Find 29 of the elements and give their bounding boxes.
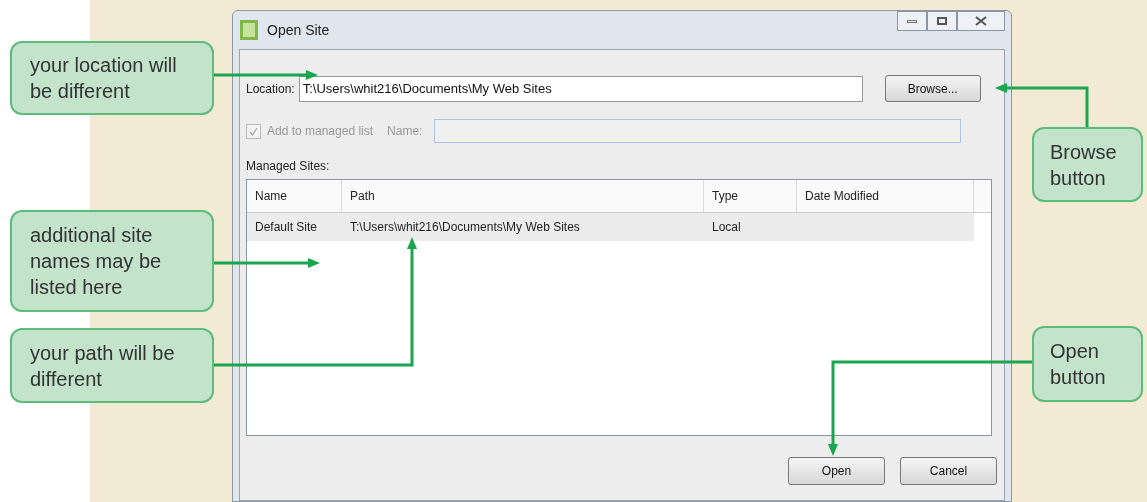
maximize-button[interactable] — [927, 11, 957, 31]
table-row[interactable]: Default Site T:\Users\whit216\Documents\My Web Sites Local — [247, 213, 974, 241]
column-header[interactable]: Path — [342, 180, 704, 212]
close-button[interactable] — [957, 11, 1005, 31]
table-cell-text: Local — [711, 219, 742, 236]
table-cell-text: T:\Users\whit216\Documents\My Web Sites — [349, 219, 581, 236]
window-title: Open Site — [267, 20, 330, 40]
name-label: Name: — [387, 123, 423, 140]
check-icon — [249, 126, 258, 136]
callout-box: Open button — [1032, 326, 1143, 402]
checkbox-label: Add to managed list — [267, 123, 374, 140]
dialog-button[interactable]: Open — [788, 457, 885, 485]
location-field[interactable]: T:\Users\whit216\Documents\My Web Sites — [298, 75, 863, 102]
browse-button[interactable]: Browse... — [884, 75, 981, 102]
table-cell-text: Default Site — [254, 219, 319, 236]
callout-box: your path will be different — [10, 328, 214, 403]
dialog-button[interactable]: Cancel — [900, 457, 997, 485]
minimize-button[interactable] — [897, 11, 927, 31]
location-label: Location: — [246, 80, 295, 98]
column-header[interactable]: Type — [704, 180, 797, 212]
callout-box: additional site names may be listed here — [10, 210, 214, 312]
column-header[interactable]: Name — [247, 180, 342, 212]
callout-box: Browse button — [1032, 127, 1143, 202]
close-icon — [975, 16, 987, 26]
column-header[interactable]: Date Modified — [797, 180, 974, 212]
app-icon — [239, 19, 259, 41]
callout-box: your location will be different — [10, 41, 214, 115]
managed-sites-label: Managed Sites: — [246, 158, 331, 175]
name-field[interactable] — [434, 119, 962, 143]
